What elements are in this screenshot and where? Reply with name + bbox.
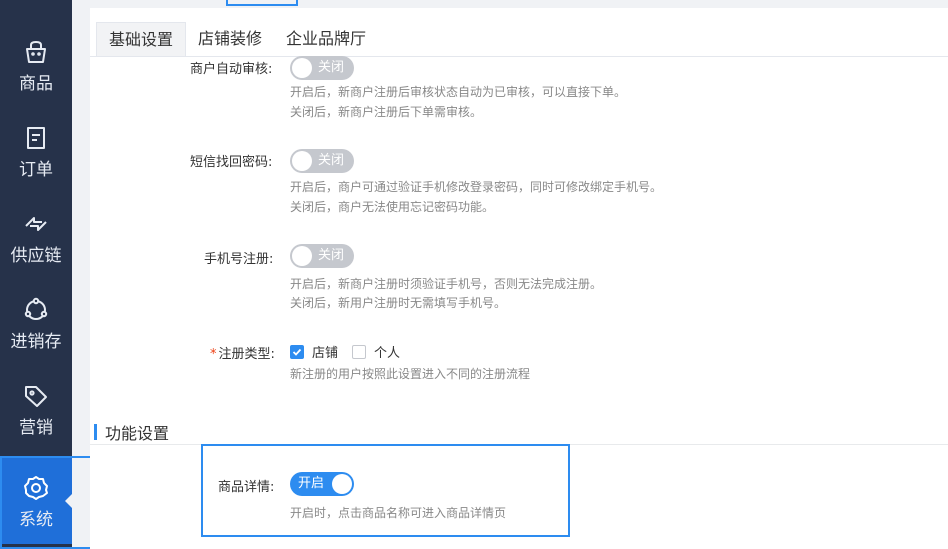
tag-icon — [21, 381, 51, 411]
merchant-audit-desc-on: 开启后，新商户注册后审核状态自动为已审核，可以直接下单。 — [290, 85, 627, 99]
highlight-box-top — [226, 0, 298, 6]
product-detail-label: 商品详情: — [218, 480, 275, 495]
register-type-options: 店铺 个人 — [290, 342, 414, 361]
checkbox-personal-label: 个人 — [374, 346, 401, 361]
sidebar-item-label: 订单 — [19, 159, 53, 180]
sidebar-item-label: 营销 — [19, 417, 53, 438]
sms-reset-label: 短信找回密码: — [190, 155, 273, 170]
switch-text: 关闭 — [318, 60, 345, 75]
switch-knob — [292, 58, 312, 78]
switch-knob — [292, 151, 312, 171]
switch-text: 关闭 — [318, 248, 345, 263]
sms-reset-desc-off: 关闭后，商户无法使用忘记密码功能。 — [290, 200, 495, 214]
switch-knob — [292, 246, 312, 266]
sidebar-item-system[interactable]: 系统 — [0, 458, 73, 544]
tab-enterprise-brand-hall[interactable]: 企业品牌厅 — [274, 22, 378, 56]
product-detail-desc: 开启时，点击商品名称可进入商品详情页 — [290, 506, 507, 520]
checkbox-store[interactable] — [290, 344, 304, 359]
basket-icon — [21, 37, 51, 67]
phone-register-desc-on: 开启后，新商户注册时须验证手机号，否则无法完成注册。 — [290, 277, 603, 291]
register-type-label-text: 注册类型: — [218, 347, 275, 362]
sidebar-item-label: 系统 — [19, 509, 53, 530]
phone-register-desc-off: 关闭后，新用户注册时无需填写手机号。 — [290, 296, 507, 310]
sidebar-item-label: 进销存 — [10, 331, 62, 352]
sms-reset-desc-on: 开启后，商户可通过验证手机修改登录密码，同时可修改绑定手机号。 — [290, 180, 663, 194]
switch-text: 开启 — [298, 476, 325, 491]
inventory-icon — [21, 295, 51, 325]
sidebar-item-label: 商品 — [19, 73, 53, 94]
register-type-desc: 新注册的用户按照此设置进入不同的注册流程 — [290, 367, 531, 381]
merchant-audit-desc-off: 关闭后，新商户注册后下单需审核。 — [290, 105, 483, 119]
tab-divider — [90, 56, 948, 57]
sidebar-item-marketing[interactable]: 营销 — [0, 366, 72, 452]
sidebar-item-label: 供应链 — [10, 245, 62, 266]
switch-knob — [332, 474, 352, 494]
checkmark-icon — [292, 348, 302, 356]
sidebar-item-orders[interactable]: 订单 — [0, 108, 72, 194]
tab-basic-settings[interactable]: 基础设置 — [96, 22, 187, 57]
required-mark: * — [210, 347, 217, 362]
merchant-audit-label: 商户自动审核: — [190, 62, 273, 77]
checkbox-store-label: 店铺 — [312, 346, 339, 361]
sidebar-item-products[interactable]: 商品 — [0, 22, 72, 108]
checkbox-personal[interactable] — [352, 344, 367, 359]
switch-text: 关闭 — [318, 153, 345, 168]
transfer-icon — [21, 209, 51, 239]
phone-register-switch[interactable]: 关闭 — [290, 244, 354, 268]
sidebar-item-supply-chain[interactable]: 供应链 — [0, 194, 72, 280]
sidebar-item-inventory[interactable]: 进销存 — [0, 280, 72, 366]
sidebar: 商品 订单 供应链 进销存 营销 系统 — [0, 0, 73, 549]
gear-icon — [21, 473, 51, 503]
section-bar — [94, 424, 97, 440]
tab-store-decoration[interactable]: 店铺装修 — [186, 22, 274, 56]
product-detail-switch[interactable]: 开启 — [290, 472, 354, 496]
section-title-function: 功能设置 — [94, 420, 169, 444]
section-divider — [90, 444, 948, 445]
phone-register-label: 手机号注册: — [204, 252, 274, 267]
merchant-audit-switch[interactable]: 关闭 — [290, 56, 354, 80]
order-icon — [21, 123, 51, 153]
section-title-text: 功能设置 — [105, 424, 170, 443]
register-type-label: * 注册类型: — [210, 343, 275, 362]
tab-bar: 基础设置 店铺装修 企业品牌厅 — [96, 22, 378, 57]
sms-reset-switch[interactable]: 关闭 — [290, 149, 354, 173]
